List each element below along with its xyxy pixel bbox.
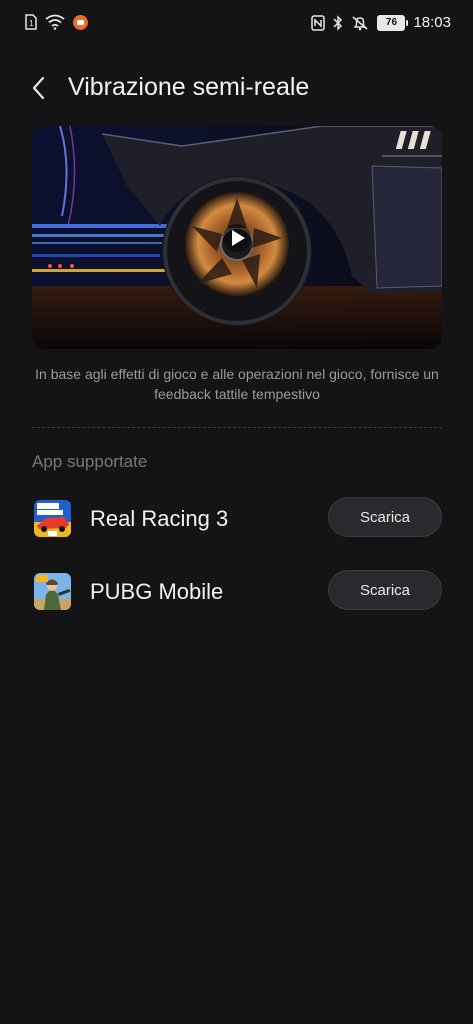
chevron-left-icon[interactable] (28, 74, 52, 102)
app-name: PUBG Mobile (90, 579, 224, 604)
pubg-mobile-app-icon (34, 573, 71, 610)
battery-indicator: 76 (377, 14, 409, 31)
status-left: 1 (25, 14, 88, 30)
status-right: 76 18:03 (311, 14, 451, 31)
notification-app-icon (73, 14, 88, 30)
bluetooth-icon (333, 14, 343, 31)
app-name: Real Racing 3 (90, 506, 229, 531)
demo-video[interactable] (32, 126, 442, 349)
battery-level: 76 (385, 17, 398, 28)
muted-bell-icon (352, 15, 368, 30)
video-thumbnail (32, 126, 442, 349)
real-racing-3-app-icon (34, 500, 71, 537)
wifi-icon (45, 14, 65, 30)
divider (32, 427, 442, 428)
list-item-pubg-mobile: PUBG Mobile Scarica (32, 570, 442, 614)
section-title-supported-apps: App supportate (32, 452, 148, 471)
feature-description: In base agli effetti di gioco e alle ope… (35, 366, 439, 402)
download-button-pubg-mobile[interactable]: Scarica (328, 570, 442, 610)
header: Vibrazione semi-reale (0, 64, 473, 112)
svg-text:1: 1 (29, 19, 34, 28)
status-bar: 1 76 18:03 (0, 0, 473, 48)
clock: 18:03 (413, 14, 451, 31)
page-title: Vibrazione semi-reale (68, 73, 310, 101)
sim-card-icon: 1 (25, 14, 37, 30)
download-button-real-racing-3[interactable]: Scarica (328, 497, 442, 537)
list-item-real-racing-3: Real Racing 3 Scarica (32, 497, 442, 541)
nfc-icon (311, 14, 326, 31)
